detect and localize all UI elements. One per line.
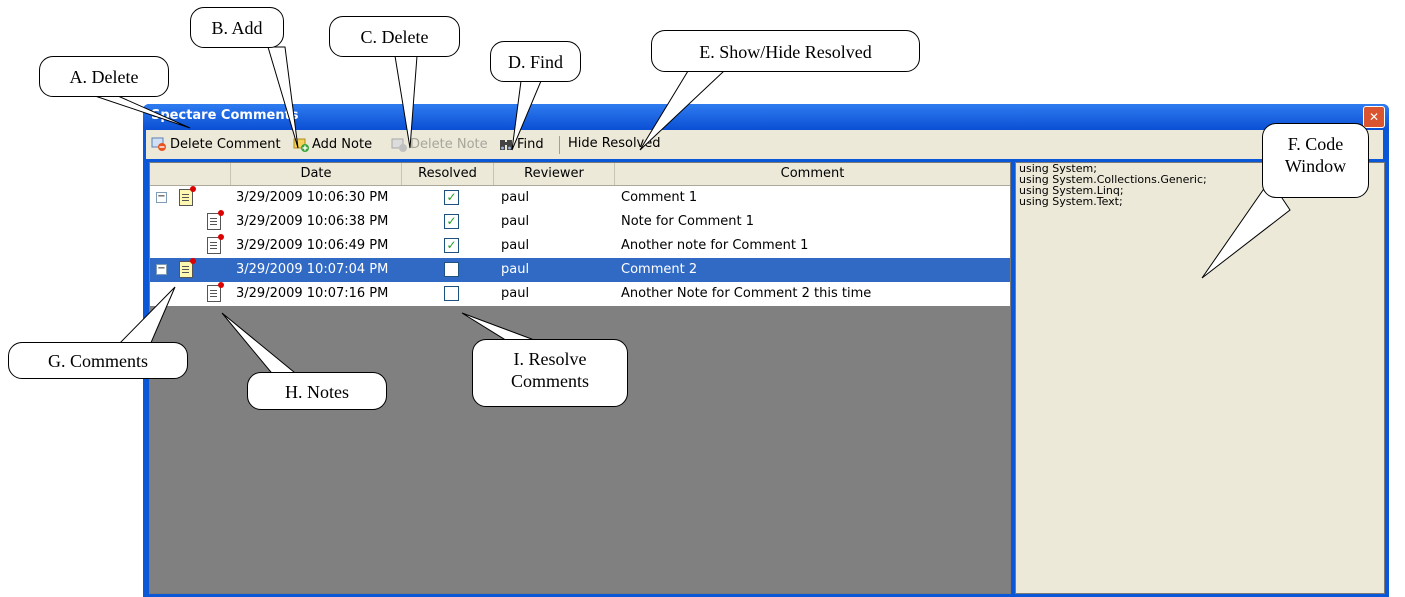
callout-comments: G. Comments [8,342,188,379]
pointer-d [511,80,542,151]
callout-code-window-line2: Window [1284,156,1347,176]
callout-resolve-comments: I. Resolve Comments [472,339,628,407]
pointer-h [221,312,302,378]
callout-code-window-line1: F. Code [1287,134,1344,154]
callout-delete-comment: A. Delete [39,56,169,97]
pointer-a [94,95,191,129]
callout-resolve-line1: I. Resolve [513,349,587,369]
pointer-c [394,55,418,149]
pointer-e [639,70,726,151]
callout-resolve-line2: Comments [510,371,589,391]
callout-add-note: B. Add [190,7,284,48]
callout-notes: H. Notes [247,372,387,410]
pointer-b [267,46,299,149]
callout-pointers [94,46,1291,378]
callout-code-window: F. Code Window [1262,123,1369,198]
callout-show-hide-resolved: E. Show/Hide Resolved [651,30,920,72]
callout-find: D. Find [490,41,581,82]
pointer-g [116,286,176,346]
callout-delete-note: C. Delete [329,16,460,57]
